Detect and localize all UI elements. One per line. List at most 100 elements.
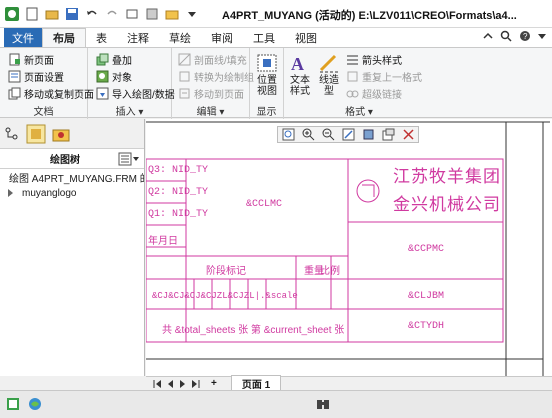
message-area-icon[interactable] bbox=[6, 397, 20, 411]
new-page-button[interactable]: 新页面 bbox=[8, 52, 54, 67]
revision-row-3: Q3: NID_TY bbox=[148, 165, 209, 176]
ctydh-field: &CTYDH bbox=[408, 321, 445, 332]
undo-icon[interactable] bbox=[84, 6, 100, 22]
tab-file[interactable]: 文件 bbox=[4, 28, 42, 47]
ribbon-tabs: 文件 布局 表 注释 草绘 审阅 工具 视图 ? bbox=[0, 28, 552, 47]
arrow-style-icon bbox=[347, 55, 358, 65]
arrow-style-button[interactable]: 箭头样式 bbox=[346, 52, 402, 67]
import-icon bbox=[96, 87, 109, 100]
expand-arrow-icon[interactable] bbox=[6, 188, 16, 198]
move-to-page-button[interactable]: 移动到页面 bbox=[178, 86, 244, 101]
overlay-icon bbox=[96, 53, 109, 66]
title-bar: A4PRT_MUYANG (活动的) E:\LZV011\CREO\Format… bbox=[0, 0, 552, 28]
first-page-icon[interactable] bbox=[152, 379, 162, 389]
zoom-out-icon[interactable] bbox=[322, 128, 335, 141]
tab-layout[interactable]: 布局 bbox=[42, 28, 86, 47]
window-title: A4PRT_MUYANG (活动的) E:\LZV011\CREO\Format… bbox=[222, 10, 517, 22]
import-drawing-button[interactable]: 导入绘图/数据 bbox=[96, 86, 175, 101]
customize-dropdown-icon[interactable] bbox=[184, 6, 200, 22]
tab-review[interactable]: 审阅 bbox=[201, 28, 243, 47]
overlay-button[interactable]: 叠加 bbox=[96, 52, 132, 67]
tab-view[interactable]: 视图 bbox=[285, 28, 327, 47]
drawing-sheet bbox=[146, 121, 550, 376]
hyperlink-icon bbox=[346, 90, 359, 98]
stage-mark-label: 阶段标记 bbox=[206, 266, 246, 277]
page-setup-button[interactable]: 页面设置 bbox=[8, 69, 64, 84]
window-icon[interactable] bbox=[144, 6, 160, 22]
display-style-icon[interactable] bbox=[362, 128, 375, 141]
prev-page-icon[interactable] bbox=[165, 379, 175, 389]
repaint-icon[interactable] bbox=[342, 128, 355, 141]
page-setup-icon bbox=[8, 70, 21, 83]
open-folder-icon[interactable] bbox=[44, 6, 60, 22]
scale-label: 比例 bbox=[320, 266, 340, 277]
group-label-insert: 插入 ▾ bbox=[115, 107, 144, 118]
group-format: A 文本 样式 线造 型 箭头样式 重复上一格式 超级链接 格式 ▾ bbox=[284, 48, 434, 119]
line-style-button[interactable]: 线造 型 bbox=[316, 52, 342, 97]
tab-right-controls: ? bbox=[483, 30, 546, 42]
last-page-icon[interactable] bbox=[191, 379, 201, 389]
zoom-in-icon[interactable] bbox=[302, 128, 315, 141]
company-name-line-1: 江苏牧羊集团 bbox=[393, 167, 501, 187]
new-page-icon bbox=[9, 53, 20, 66]
new-file-icon[interactable] bbox=[24, 6, 40, 22]
layer-tree-tab-icon[interactable] bbox=[26, 124, 46, 144]
tree-item-logo[interactable]: muyanglogo bbox=[0, 185, 144, 201]
page-bar: + 页面 1 bbox=[146, 375, 552, 392]
cclmc-field: &CCLMC bbox=[246, 199, 283, 210]
tab-sketch[interactable]: 草绘 bbox=[159, 28, 201, 47]
tree-settings-icon[interactable] bbox=[118, 152, 140, 166]
repeat-format-icon bbox=[347, 71, 358, 82]
svg-text:A: A bbox=[291, 54, 304, 74]
move-copy-page-button[interactable]: 移动或复制页面 bbox=[8, 86, 94, 101]
hyperlink-button[interactable]: 超级链接 bbox=[346, 86, 402, 101]
group-display: 位置 视图 显示 bbox=[250, 48, 284, 119]
move-to-page-icon bbox=[179, 88, 190, 99]
group-edit: 剖面线/填充 转换为绘制组 移动到页面 编辑 ▾ bbox=[172, 48, 254, 119]
datum-display-icon[interactable] bbox=[402, 128, 415, 141]
add-page-button[interactable]: + bbox=[211, 378, 217, 389]
convert-draft-group-button[interactable]: 转换为绘制组 bbox=[178, 69, 254, 84]
options-dropdown-icon[interactable] bbox=[538, 32, 546, 40]
browser-toggle-icon[interactable] bbox=[28, 397, 42, 411]
sheets-field: 共 &total_sheets 张 第 &current_sheet 张 bbox=[162, 325, 345, 336]
position-view-button[interactable]: 位置 视图 bbox=[253, 52, 281, 97]
tab-annotate[interactable]: 注释 bbox=[117, 28, 159, 47]
object-button[interactable]: 对象 bbox=[96, 69, 132, 84]
tab-table[interactable]: 表 bbox=[86, 28, 117, 47]
left-panel-toolbar bbox=[0, 119, 144, 149]
move-copy-page-icon bbox=[8, 87, 21, 100]
hatch-icon bbox=[178, 53, 191, 66]
redo-icon[interactable] bbox=[104, 6, 120, 22]
company-name-line-2: 金兴机械公司 bbox=[393, 195, 501, 215]
line-style-icon bbox=[319, 54, 338, 73]
ccpmc-field: &CCPMC bbox=[408, 244, 445, 255]
next-page-icon[interactable] bbox=[178, 379, 188, 389]
find-icon[interactable] bbox=[316, 397, 330, 411]
search-icon[interactable] bbox=[500, 30, 512, 42]
tree-item-drawing[interactable]: 绘图 A4PRT_MUYANG.FRM 的 bbox=[0, 169, 144, 185]
group-document: 新页面 页面设置 移动或复制页面 文档 bbox=[0, 48, 94, 119]
hatch-fill-button[interactable]: 剖面线/填充 bbox=[178, 52, 247, 67]
zoom-fit-icon[interactable] bbox=[282, 128, 295, 141]
convert-icon bbox=[179, 71, 190, 82]
status-bar bbox=[0, 390, 552, 418]
model-tree-tab-icon[interactable] bbox=[4, 126, 20, 142]
collapse-ribbon-icon[interactable] bbox=[483, 31, 493, 41]
group-insert: 叠加 对象 导入绘图/数据 插入 ▾ bbox=[88, 48, 175, 119]
svg-text:?: ? bbox=[523, 32, 528, 41]
drawing-tree-header: 绘图树 bbox=[0, 149, 144, 169]
repeat-format-button[interactable]: 重复上一格式 bbox=[346, 69, 422, 84]
left-panel: 绘图树 绘图 A4PRT_MUYANG.FRM 的 muyanglogo bbox=[0, 119, 145, 376]
folder-browser-tab-icon[interactable] bbox=[52, 125, 70, 143]
revision-row-1: Q1: NID_TY bbox=[148, 209, 209, 220]
text-style-button[interactable]: A 文本 样式 bbox=[287, 52, 313, 97]
tab-tools[interactable]: 工具 bbox=[243, 28, 285, 47]
view-toolbar bbox=[277, 126, 419, 143]
folder-icon[interactable] bbox=[164, 6, 180, 22]
help-icon[interactable]: ? bbox=[519, 30, 531, 42]
drawing-canvas[interactable]: Q3: NID_TY Q2: NID_TY Q1: NID_TY 年月日 &CC… bbox=[146, 119, 552, 376]
annotation-display-icon[interactable] bbox=[382, 128, 395, 141]
save-icon[interactable] bbox=[64, 6, 80, 22]
regenerate-icon[interactable] bbox=[124, 6, 140, 22]
